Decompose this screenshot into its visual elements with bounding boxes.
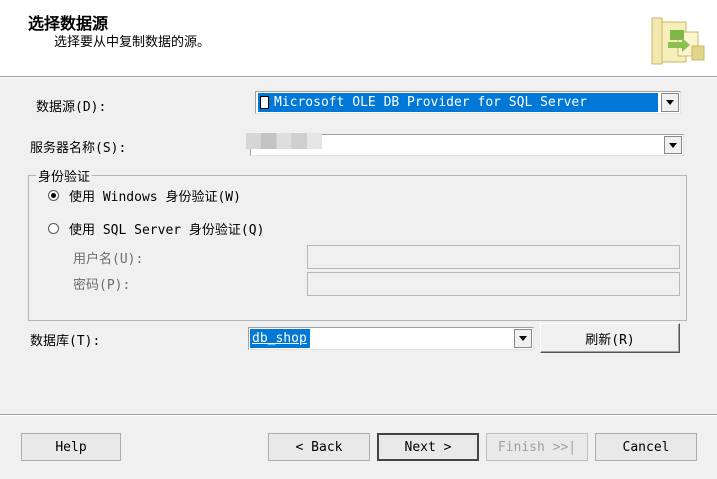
database-label: 数据库(T): bbox=[30, 334, 101, 349]
next-button[interactable]: Next > bbox=[377, 433, 479, 461]
data-source-value: Microsoft OLE DB Provider for SQL Server bbox=[274, 95, 588, 110]
database-selected: db_shop bbox=[250, 329, 310, 348]
password-label: 密码(P): bbox=[73, 278, 131, 293]
chevron-down-icon[interactable] bbox=[661, 93, 679, 112]
help-button[interactable]: Help bbox=[21, 433, 121, 461]
password-field[interactable] bbox=[307, 272, 680, 296]
finish-button[interactable]: Finish >>| bbox=[486, 433, 588, 461]
page-subtitle: 选择要从中复制数据的源。 bbox=[54, 35, 211, 50]
sql-auth-label[interactable]: 使用 SQL Server 身份验证(Q) bbox=[69, 219, 264, 238]
username-label: 用户名(U): bbox=[73, 252, 144, 267]
cancel-button[interactable]: Cancel bbox=[595, 433, 697, 461]
chevron-down-icon[interactable] bbox=[664, 136, 682, 154]
auth-group-title: 身份验证 bbox=[36, 166, 93, 185]
windows-auth-label[interactable]: 使用 Windows 身份验证(W) bbox=[69, 186, 241, 205]
chevron-down-icon[interactable] bbox=[514, 329, 532, 348]
provider-icon bbox=[260, 96, 269, 109]
back-button[interactable]: < Back bbox=[268, 433, 370, 461]
windows-auth-radio[interactable] bbox=[48, 190, 59, 201]
sql-auth-radio[interactable] bbox=[48, 223, 59, 234]
header-divider-highlight bbox=[0, 77, 717, 78]
database-wizard-icon bbox=[648, 12, 708, 70]
username-field[interactable] bbox=[307, 245, 680, 269]
database-combo[interactable]: db_shop bbox=[248, 327, 534, 350]
footer-divider-highlight bbox=[0, 415, 717, 416]
data-source-label: 数据源(D): bbox=[36, 100, 107, 115]
data-source-selected: Microsoft OLE DB Provider for SQL Server bbox=[258, 93, 658, 112]
database-value: db_shop bbox=[252, 331, 307, 346]
data-source-select[interactable]: Microsoft OLE DB Provider for SQL Server bbox=[255, 91, 681, 114]
server-name-label: 服务器名称(S): bbox=[30, 141, 127, 156]
refresh-button[interactable]: 刷新(R) bbox=[540, 323, 680, 353]
redacted-server-name bbox=[246, 133, 322, 149]
